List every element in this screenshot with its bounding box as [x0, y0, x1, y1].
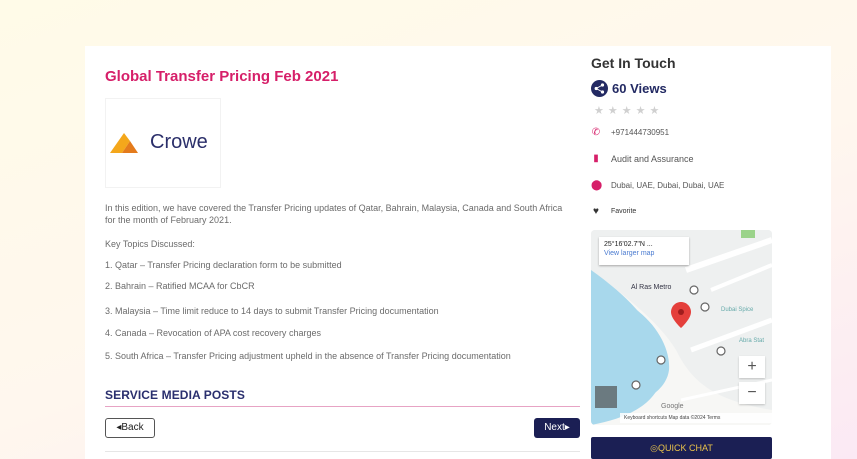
topic-item: 3. Malaysia – Time limit reduce to 14 da… [105, 306, 439, 316]
post-intro: In this edition, we have covered the Tra… [105, 203, 563, 225]
post-title: Global Transfer Pricing Feb 2021 [105, 68, 339, 85]
company-logo: Crowe [105, 98, 221, 188]
logo-text: Crowe [150, 131, 208, 153]
chat-icon: ◎ [650, 443, 658, 453]
map-info-box: 25°16'02.7"N ... View larger map [599, 237, 689, 265]
map-label-metro: Al Ras Metro [631, 284, 672, 291]
map-coordinates: 25°16'02.7"N ... [604, 241, 653, 248]
favorite-row[interactable]: ♥ Favorite [591, 206, 636, 217]
heart-icon: ♥ [593, 206, 599, 217]
topic-item: 5. South Africa – Transfer Pricing adjus… [105, 351, 511, 361]
section-divider [105, 406, 580, 407]
map-footer: Keyboard shortcuts Map data ©2024 Terms [620, 413, 772, 423]
location-text: Dubai, UAE, Dubai, Dubai, UAE [611, 181, 725, 190]
sidebar-title: Get In Touch [591, 55, 676, 71]
topic-item: 1. Qatar – Transfer Pricing declaration … [105, 260, 342, 270]
share-icon[interactable] [591, 80, 608, 97]
category-row[interactable]: ▮ Audit and Assurance [591, 153, 694, 164]
key-topics-label: Key Topics Discussed: [105, 239, 195, 249]
favorite-label: Favorite [611, 208, 637, 215]
topic-item: 2. Bahrain – Ratified MCAA for CbCR [105, 281, 255, 291]
zoom-out-button[interactable]: − [739, 382, 765, 404]
view-larger-map-link[interactable]: View larger map [604, 250, 684, 257]
location-row: ⬤ Dubai, UAE, Dubai, Dubai, UAE [591, 180, 724, 191]
phone-icon: ✆ [591, 127, 601, 138]
phone-row[interactable]: ✆ +971444730951 [591, 127, 669, 138]
location-pin-icon: ⬤ [591, 180, 603, 191]
phone-number: +971444730951 [611, 128, 670, 137]
category-label: Audit and Assurance [611, 153, 694, 164]
quick-chat-button[interactable]: ◎QUICK CHAT [591, 437, 772, 459]
google-logo: Google [661, 403, 684, 410]
map-label-spice: Dubai Spice [721, 307, 754, 313]
footer-divider [105, 451, 580, 452]
bookmark-icon: ▮ [593, 153, 599, 164]
views-count: 60 Views [612, 81, 667, 96]
crowe-mark-icon [110, 133, 138, 153]
section-title: SERVICE MEDIA POSTS [105, 388, 245, 402]
quick-chat-label: QUICK CHAT [658, 443, 713, 453]
next-button[interactable]: Next▸ [534, 418, 580, 438]
map-label-abra: Abra Stat [739, 338, 764, 344]
zoom-in-button[interactable]: + [739, 356, 765, 378]
back-button[interactable]: ◂Back [105, 418, 155, 438]
rating-stars[interactable]: ★★★★★ [594, 104, 663, 117]
topic-item: 4. Canada – Revocation of APA cost recov… [105, 328, 321, 338]
